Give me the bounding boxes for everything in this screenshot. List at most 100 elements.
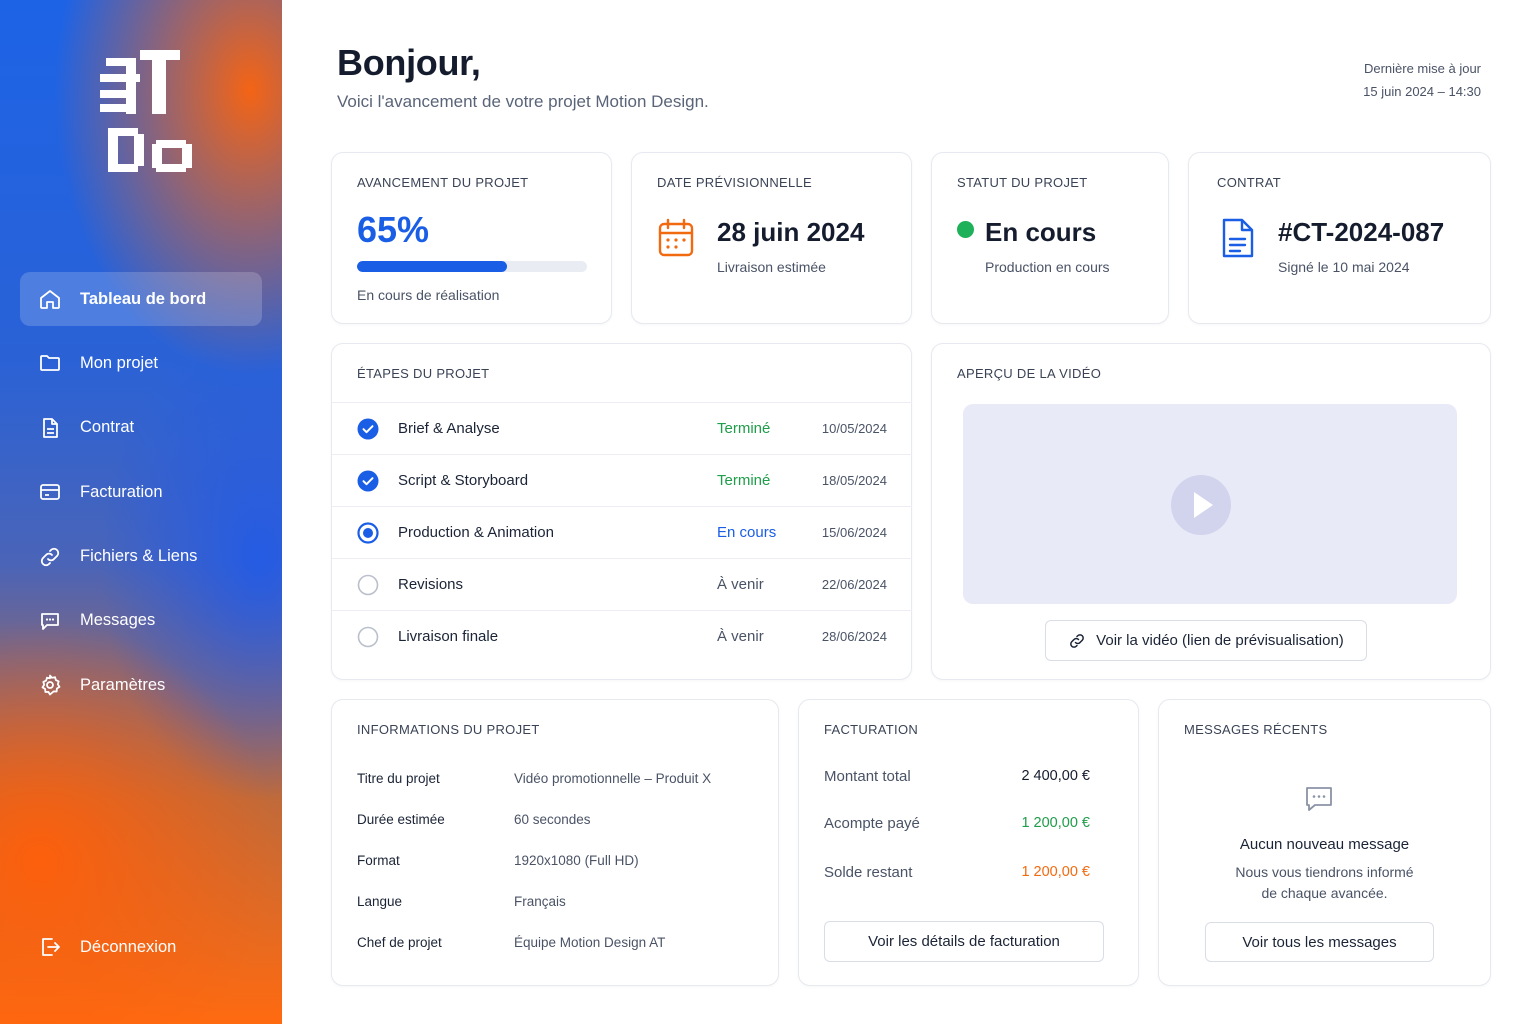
view-video-button[interactable]: Voir la vidéo (lien de prévisualisation) xyxy=(1045,620,1367,661)
step-date: 18/05/2024 xyxy=(821,473,887,488)
info-card: INFORMATIONS DU PROJET Titre du projet V… xyxy=(331,699,779,986)
sidebar-item-billing[interactable]: Facturation xyxy=(20,465,262,519)
billing-key: Acompte payé xyxy=(824,815,920,832)
step-status: Terminé xyxy=(717,420,771,437)
step-row: Production & Animation En cours 15/06/2024 xyxy=(332,506,912,558)
sidebar-item-settings[interactable]: Paramètres xyxy=(20,658,262,712)
status-value: En cours xyxy=(985,217,1097,247)
billing-card: FACTURATION Montant total 2 400,00 € Aco… xyxy=(798,699,1139,986)
steps-card: ÉTAPES DU PROJET Brief & Analyse Terminé 1… xyxy=(331,343,912,680)
status-dot xyxy=(957,221,974,238)
sidebar-item-label: Fichiers & Liens xyxy=(80,547,198,566)
card-label: FACTURATION xyxy=(824,722,919,737)
billing-details-button[interactable]: Voir les détails de facturation xyxy=(824,921,1104,962)
info-value: Français xyxy=(514,894,566,909)
video-card: APERÇU DE LA VIDÉO Voir la vidéo (lien d… xyxy=(931,343,1491,680)
sidebar-item-messages[interactable]: Messages xyxy=(20,594,262,648)
progress-bar-fill xyxy=(357,261,507,272)
billing-value: 2 400,00 € xyxy=(1021,768,1090,784)
step-date: 28/06/2024 xyxy=(821,629,887,644)
last-update-label: Dernière mise à jour xyxy=(1363,61,1481,76)
messages-empty-text: Nous vous tiendrons informé de chaque av… xyxy=(1159,862,1490,904)
link-icon xyxy=(40,547,60,566)
sidebar-item-label: Mon projet xyxy=(80,353,158,372)
document-icon xyxy=(43,417,58,438)
billing-value: 1 200,00 € xyxy=(1021,815,1090,831)
empty-circle-icon xyxy=(357,626,379,647)
card-label: DATE PRÉVISIONNELLE xyxy=(657,175,813,190)
last-update-value: 15 juin 2024 – 14:30 xyxy=(1363,84,1481,99)
sidebar-item-label: Contrat xyxy=(80,418,135,437)
info-key: Durée estimée xyxy=(357,812,445,827)
folder-icon xyxy=(40,355,60,372)
info-value: 60 secondes xyxy=(514,812,591,827)
progress-note: En cours de réalisation xyxy=(357,287,500,303)
page-title: Bonjour, xyxy=(337,42,481,83)
date-card: DATE PRÉVISIONNELLE 28 juin 2024 Livrais… xyxy=(631,152,912,324)
video-preview[interactable] xyxy=(963,404,1457,604)
step-date: 10/05/2024 xyxy=(821,421,887,436)
messages-card: MESSAGES RÉCENTS Aucun nouveau message N… xyxy=(1158,699,1491,986)
info-key: Titre du projet xyxy=(357,771,440,786)
link-icon xyxy=(1070,633,1085,648)
card-label: APERÇU DE LA VIDÉO xyxy=(957,366,1102,381)
card-label: INFORMATIONS DU PROJET xyxy=(357,722,540,737)
info-key: Chef de projet xyxy=(357,935,442,950)
step-status: En cours xyxy=(717,524,777,541)
logout-icon xyxy=(42,938,60,956)
sidebar-item-contract[interactable]: Contrat xyxy=(20,401,262,455)
play-button[interactable] xyxy=(1171,475,1231,535)
sidebar-item-dashboard[interactable]: Tableau de bord xyxy=(20,272,262,326)
date-value: 28 juin 2024 xyxy=(717,217,865,247)
check-circle-icon xyxy=(357,470,379,491)
calendar-icon xyxy=(658,218,694,257)
messages-empty-line: Nous vous tiendrons informé xyxy=(1235,864,1414,880)
empty-circle-icon xyxy=(357,574,379,595)
view-video-label: Voir la vidéo (lien de prévisualisation) xyxy=(1096,632,1344,649)
status-card: STATUT DU PROJET En cours Production en … xyxy=(931,152,1169,324)
step-date: 22/06/2024 xyxy=(821,577,887,592)
last-update: Dernière mise à jour 15 juin 2024 – 14:3… xyxy=(1363,57,1481,103)
sidebar-nav: Tableau de bord Mon projet Contrat Factu… xyxy=(20,272,262,723)
card-label: CONTRAT xyxy=(1217,175,1281,190)
document-icon xyxy=(1222,218,1254,258)
sidebar-item-label: Messages xyxy=(80,611,156,630)
billing-value: 1 200,00 € xyxy=(1021,864,1090,880)
status-sub: Production en cours xyxy=(985,259,1110,275)
billing-details-label: Voir les détails de facturation xyxy=(868,933,1060,950)
sidebar-item-label: Tableau de bord xyxy=(80,289,207,308)
sidebar-item-project[interactable]: Mon projet xyxy=(20,336,262,390)
card-label: MESSAGES RÉCENTS xyxy=(1184,722,1328,737)
date-sub: Livraison estimée xyxy=(717,259,826,275)
messages-empty-title: Aucun nouveau message xyxy=(1239,836,1410,853)
step-status: À venir xyxy=(717,576,764,593)
info-key: Format xyxy=(357,853,400,868)
sidebar: Tableau de bord Mon projet Contrat Factu… xyxy=(0,0,282,1024)
step-row: Livraison finale À venir 28/06/2024 xyxy=(332,610,912,662)
messages-empty-line: de chaque avancée. xyxy=(1261,885,1388,901)
logout-button[interactable]: Déconnexion xyxy=(20,920,262,974)
step-row: Script & Storyboard Terminé 18/05/2024 xyxy=(332,454,912,506)
sidebar-item-files[interactable]: Fichiers & Liens xyxy=(20,530,262,584)
card-label: AVANCEMENT DU PROJET xyxy=(357,175,529,190)
card-label: ÉTAPES DU PROJET xyxy=(357,366,490,381)
chat-icon xyxy=(1306,787,1332,811)
progress-value: 65% xyxy=(357,209,430,250)
card-label: STATUT DU PROJET xyxy=(957,175,1088,190)
info-value: 1920x1080 (Full HD) xyxy=(514,853,639,868)
play-icon xyxy=(1194,492,1213,518)
home-icon xyxy=(40,290,60,309)
logout-label: Déconnexion xyxy=(80,937,177,956)
step-name: Revisions xyxy=(398,576,464,593)
view-all-messages-button[interactable]: Voir tous les messages xyxy=(1205,922,1434,962)
brand-logo xyxy=(100,50,192,172)
step-name: Script & Storyboard xyxy=(398,472,529,489)
in-progress-circle-icon xyxy=(357,521,379,544)
contract-value: #CT-2024-087 xyxy=(1278,217,1445,247)
info-value: Équipe Motion Design AT xyxy=(514,935,666,950)
info-key: Langue xyxy=(357,894,403,909)
billing-key: Montant total xyxy=(824,768,911,785)
step-status: Terminé xyxy=(717,472,771,489)
sidebar-item-label: Paramètres xyxy=(80,675,166,694)
progress-card: AVANCEMENT DU PROJET 65% En cours de réa… xyxy=(331,152,612,324)
